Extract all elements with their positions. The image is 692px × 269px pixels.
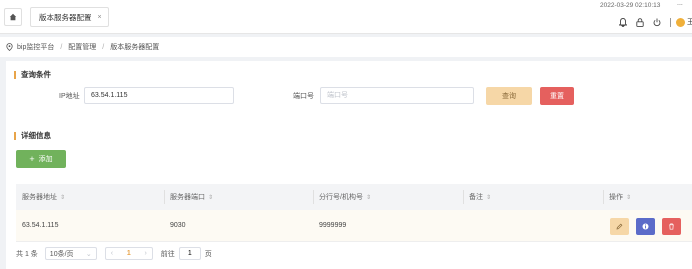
ip-input[interactable] bbox=[84, 87, 234, 104]
breadcrumb-item-platform[interactable]: bip监控平台 bbox=[17, 42, 54, 52]
home-icon bbox=[9, 13, 17, 21]
chevron-down-icon: ⌄ bbox=[85, 250, 92, 258]
breadcrumb-separator: / bbox=[102, 43, 105, 51]
toolbar-divider bbox=[670, 17, 671, 27]
query-section-title: 查询条件 bbox=[14, 69, 51, 80]
breadcrumb-item-config[interactable]: 配置管理 bbox=[68, 42, 96, 52]
reset-button[interactable]: 重置 bbox=[540, 87, 574, 105]
avatar[interactable] bbox=[676, 17, 685, 27]
current-page[interactable]: 1 bbox=[127, 250, 131, 257]
port-input[interactable] bbox=[320, 87, 474, 104]
tab-label: 版本服务器配置 bbox=[39, 12, 92, 22]
column-header-label: 服务器地址 bbox=[22, 194, 57, 201]
column-header-label: 操作 bbox=[609, 194, 623, 201]
chevron-left-icon[interactable]: ‹ bbox=[111, 250, 113, 257]
add-button[interactable]: + 添加 bbox=[16, 150, 66, 168]
query-section-title-text: 查询条件 bbox=[21, 70, 51, 79]
column-divider bbox=[164, 190, 165, 204]
breadcrumb-item-current: 版本服务器配置 bbox=[110, 44, 160, 51]
column-header-address[interactable]: 服务器地址 ⇕ bbox=[22, 184, 65, 210]
cell-branch: 9999999 bbox=[319, 222, 347, 229]
column-divider bbox=[313, 190, 314, 204]
column-divider bbox=[603, 190, 604, 204]
sort-icon[interactable]: ⇕ bbox=[366, 194, 371, 201]
page-navigator: ‹ 1 › bbox=[104, 247, 153, 260]
power-icon[interactable] bbox=[653, 18, 661, 27]
trash-icon bbox=[669, 223, 674, 230]
tab-version-server-config[interactable]: 版本服务器配置 × bbox=[30, 7, 109, 27]
more-menu[interactable]: ... bbox=[677, 0, 683, 7]
sort-icon[interactable]: ⇕ bbox=[486, 194, 491, 201]
column-header-remark[interactable]: 备注 ⇕ bbox=[469, 184, 491, 210]
add-button-label: 添加 bbox=[38, 156, 53, 163]
top-bar: 版本服务器配置 × 2022-03-29 02:10:13 ... 王卢 bbox=[0, 0, 692, 34]
column-header-actions[interactable]: 操作 ⇕ bbox=[609, 184, 631, 210]
port-label: 端口号 bbox=[293, 93, 314, 100]
breadcrumb: bip监控平台 / 配置管理 / 版本服务器配置 bbox=[0, 37, 692, 57]
sort-icon[interactable]: ⇕ bbox=[208, 194, 213, 201]
datetime-text: 2022-03-29 02:10:13 bbox=[600, 2, 661, 9]
goto-page-input[interactable] bbox=[178, 247, 201, 260]
goto-suffix: 页 bbox=[204, 250, 212, 258]
ip-label: IP地址 bbox=[59, 93, 80, 100]
info-button[interactable] bbox=[636, 218, 655, 235]
table-row[interactable]: 63.54.1.115 9030 9999999 bbox=[16, 210, 692, 242]
username[interactable]: 王卢 bbox=[687, 17, 692, 27]
page-size-select[interactable]: 10条/页 ⌄ bbox=[44, 247, 97, 260]
main-content: 查询条件 IP地址 端口号 查询 重置 详细信息 + 添加 服务器地址⇕ 服务器… bbox=[6, 61, 692, 269]
column-header-label: 分行号/机构号 bbox=[319, 194, 363, 201]
column-header-label: 服务器端口 bbox=[170, 194, 205, 201]
lock-icon[interactable] bbox=[636, 17, 644, 27]
sort-icon[interactable]: ⇕ bbox=[60, 194, 65, 201]
home-button[interactable] bbox=[4, 8, 22, 26]
page-size-value: 10条/页 bbox=[49, 250, 74, 258]
close-icon[interactable]: × bbox=[98, 14, 102, 21]
column-header-branch[interactable]: 分行号/机构号 ⇕ bbox=[319, 184, 371, 210]
detail-section-title-text: 详细信息 bbox=[21, 131, 51, 140]
sort-icon[interactable]: ⇕ bbox=[626, 194, 631, 201]
info-icon bbox=[642, 223, 649, 230]
breadcrumb-separator: / bbox=[60, 43, 63, 51]
column-header-port[interactable]: 服务器端口 ⇕ bbox=[170, 184, 213, 210]
edit-button[interactable] bbox=[610, 218, 629, 235]
location-pin-icon bbox=[6, 43, 13, 51]
table-header: 服务器地址 ⇕ 服务器端口 ⇕ 分行号/机构号 ⇕ 备注 ⇕ 操作 ⇕ bbox=[16, 184, 692, 210]
cell-address: 63.54.1.115 bbox=[22, 222, 59, 229]
header-toolbar: 王卢 bbox=[619, 17, 692, 27]
delete-button[interactable] bbox=[662, 218, 681, 235]
cell-port: 9030 bbox=[170, 222, 186, 229]
chevron-right-icon[interactable]: › bbox=[144, 250, 146, 257]
query-button[interactable]: 查询 bbox=[486, 87, 532, 105]
column-header-label: 备注 bbox=[469, 194, 483, 201]
plus-icon: + bbox=[29, 154, 35, 164]
detail-section-title: 详细信息 bbox=[14, 130, 51, 141]
pagination: 共 1 条 10条/页 ⌄ ‹ 1 › 前往 页 bbox=[16, 246, 212, 261]
edit-icon bbox=[616, 223, 623, 230]
pagination-total: 共 1 条 bbox=[16, 250, 38, 258]
bell-icon[interactable] bbox=[619, 17, 627, 27]
column-divider bbox=[463, 190, 464, 204]
goto-label: 前往 bbox=[160, 250, 175, 258]
